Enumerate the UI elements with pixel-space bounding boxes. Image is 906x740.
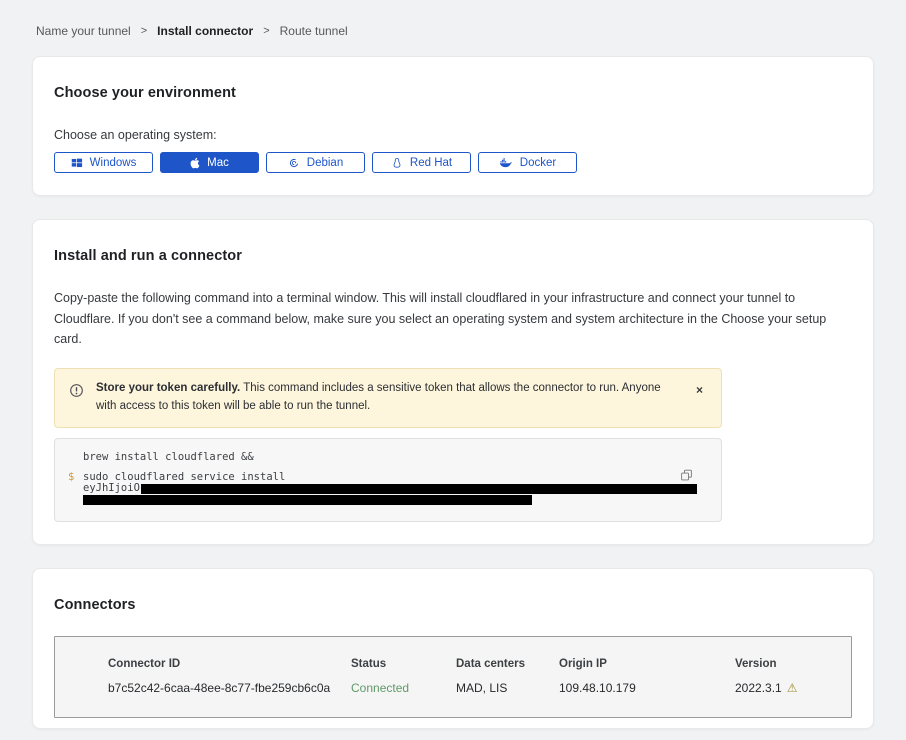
os-button-redhat[interactable]: Red Hat — [372, 152, 471, 173]
redhat-icon — [391, 157, 403, 169]
shell-prompt: $ — [68, 472, 74, 483]
os-button-group: Windows Mac Debian Red Hat — [54, 152, 852, 173]
os-button-label: Docker — [520, 157, 556, 169]
table-row: b7c52c42-6caa-48ee-8c77-fbe259cb6c0a Con… — [108, 681, 851, 695]
redacted-token-bar — [83, 495, 532, 505]
apple-icon — [190, 157, 200, 169]
redacted-token-bar — [141, 484, 697, 494]
header-version: Version — [735, 658, 851, 670]
breadcrumb-step-install-connector[interactable]: Install connector — [157, 24, 253, 38]
debian-icon — [288, 157, 300, 169]
code-command-group: $sudo cloudflared service install eyJhIj… — [55, 472, 681, 505]
os-button-debian[interactable]: Debian — [266, 152, 365, 173]
cell-version: 2022.3.1 ⚠ — [735, 681, 851, 695]
copy-command-button[interactable] — [678, 467, 695, 487]
install-card-description: Copy-paste the following command into a … — [54, 288, 852, 350]
environment-card: Choose your environment Choose an operat… — [32, 56, 874, 196]
token-warning-alert: Store your token carefully. This command… — [54, 368, 722, 428]
breadcrumb-separator: > — [141, 25, 147, 37]
token-warning-title: Store your token carefully. — [96, 382, 240, 394]
os-button-docker[interactable]: Docker — [478, 152, 577, 173]
os-button-label: Mac — [207, 157, 229, 169]
cell-connector-id: b7c52c42-6caa-48ee-8c77-fbe259cb6c0a — [108, 681, 351, 695]
docker-icon — [499, 157, 513, 168]
os-button-label: Red Hat — [410, 157, 452, 169]
breadcrumb-step-route-tunnel[interactable]: Route tunnel — [280, 24, 348, 38]
connectors-table-header: Connector ID Status Data centers Origin … — [108, 658, 851, 670]
windows-icon — [71, 157, 83, 169]
token-warning-text: Store your token carefully. This command… — [96, 380, 678, 416]
cell-origin-ip: 109.48.10.179 — [559, 681, 735, 695]
info-circle-icon — [69, 383, 84, 398]
main-content: Choose your environment Choose an operat… — [0, 38, 906, 740]
breadcrumb: Name your tunnel > Install connector > R… — [0, 0, 906, 38]
cell-data-centers: MAD, LIS — [456, 681, 559, 695]
header-status: Status — [351, 658, 456, 670]
version-value: 2022.3.1 — [735, 681, 782, 695]
connectors-table: Connector ID Status Data centers Origin … — [54, 636, 852, 718]
connectors-card: Connectors Connector ID Status Data cent… — [32, 568, 874, 729]
install-command-codeblock[interactable]: brew install cloudflared && $sudo cloudf… — [54, 438, 722, 522]
os-button-windows[interactable]: Windows — [54, 152, 153, 173]
breadcrumb-step-name-tunnel[interactable]: Name your tunnel — [36, 24, 131, 38]
header-origin-ip: Origin IP — [559, 658, 735, 670]
alert-close-button[interactable]: × — [690, 380, 709, 400]
code-line-brew: brew install cloudflared && — [55, 452, 681, 463]
os-button-label: Windows — [90, 157, 137, 169]
os-select-label: Choose an operating system: — [54, 128, 852, 142]
code-line-token-2 — [55, 494, 681, 505]
status-badge: Connected — [351, 681, 456, 695]
version-warning-icon: ⚠ — [787, 682, 798, 694]
connectors-card-title: Connectors — [54, 597, 852, 613]
header-data-centers: Data centers — [456, 658, 559, 670]
breadcrumb-separator: > — [263, 25, 269, 37]
code-line-service-install: $sudo cloudflared service install — [55, 472, 681, 483]
os-button-label: Debian — [307, 157, 343, 169]
token-prefix: eyJhIjoiO — [83, 482, 140, 494]
os-button-mac[interactable]: Mac — [160, 152, 259, 173]
header-connector-id: Connector ID — [108, 658, 351, 670]
code-line-token: eyJhIjoiO — [55, 483, 681, 494]
install-connector-card: Install and run a connector Copy-paste t… — [32, 219, 874, 545]
copy-icon — [680, 469, 693, 482]
install-card-title: Install and run a connector — [54, 248, 852, 264]
environment-card-title: Choose your environment — [54, 85, 852, 101]
